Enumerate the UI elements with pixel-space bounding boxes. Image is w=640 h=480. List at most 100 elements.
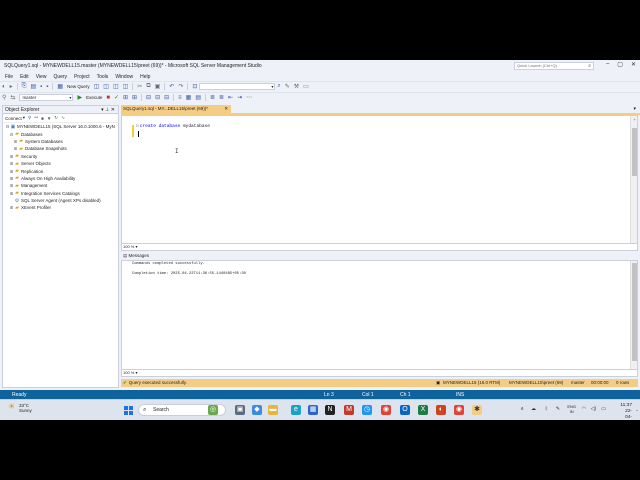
outlook-icon[interactable]: O (400, 405, 410, 415)
increase-indent-icon[interactable]: ⇥ (237, 94, 242, 101)
ssms-taskbar-icon[interactable]: ✱ (472, 405, 482, 415)
comment-icon[interactable]: ≣ (210, 94, 215, 101)
pin-icon[interactable]: ▾ ⊥ ✕ (101, 106, 115, 114)
stop-icon[interactable]: ■ (41, 116, 44, 121)
chevron-down-icon[interactable]: ▾ (23, 115, 25, 121)
available-databases-dropdown[interactable]: master ▾ (19, 94, 74, 101)
file-explorer-icon[interactable]: ▬ (268, 405, 278, 415)
tree-item[interactable]: ⊞ ▰ Management (3, 182, 118, 189)
scroll-thumb[interactable] (632, 263, 637, 361)
close-tab-icon[interactable]: ✕ (224, 105, 228, 113)
execute-icon[interactable]: ▶ (77, 94, 82, 101)
bluetooth-icon[interactable]: ᛒ (545, 406, 548, 412)
save-all-icon[interactable]: ▪ (46, 84, 48, 90)
store-icon[interactable]: ▦ (308, 405, 318, 415)
menu-tools[interactable]: Tools (97, 74, 109, 80)
display-plan-icon[interactable]: ⊞ (123, 94, 128, 101)
start-button[interactable] (124, 406, 133, 415)
solution-configuration-dropdown[interactable]: ▾ (199, 83, 276, 90)
quick-launch-input[interactable]: Quick Launch (Ctrl+Q) ⌕ (514, 62, 594, 70)
task-view-icon[interactable]: ▣ (235, 405, 245, 415)
query-editor[interactable]: ⊟create database mydatabase I + (121, 115, 638, 244)
connect-button[interactable]: Connect (5, 116, 22, 121)
menu-help[interactable]: Help (140, 74, 150, 80)
copilot-icon[interactable]: ◎ (208, 405, 218, 415)
paste-icon[interactable]: ▣ (155, 83, 161, 90)
volume-icon[interactable]: ◁) (590, 406, 596, 412)
open-file-icon[interactable]: ▤ (30, 83, 36, 90)
menu-project[interactable]: Project (74, 74, 90, 80)
editor-zoom-dropdown[interactable]: 100 % ▾ (123, 244, 147, 250)
toolbox-icon[interactable]: ⚒ (294, 83, 299, 90)
undo-icon[interactable]: ↶ (169, 83, 174, 90)
uncomment-icon[interactable]: ≣ (219, 94, 224, 101)
editor-vertical-scrollbar[interactable]: + (630, 116, 637, 243)
specify-values-icon[interactable]: ⋯ (246, 94, 252, 101)
include-plan-icon[interactable]: ⊟ (146, 94, 151, 101)
tree-item[interactable]: ⊞ ▰ Database Snapshots (3, 145, 118, 152)
options-icon[interactable]: ▭ (303, 83, 309, 90)
results-to-file-icon[interactable]: ▤ (195, 94, 201, 101)
connect-object-explorer-icon[interactable]: ⚲ (28, 115, 31, 121)
copilot-app-icon[interactable]: ◆ (252, 405, 262, 415)
tree-item[interactable]: ⊟ ▰ Databases (3, 130, 118, 137)
edge-icon[interactable]: e (291, 405, 301, 415)
netflix-icon[interactable]: N (325, 405, 335, 415)
tree-item[interactable]: ⚙ SQL Server Agent (Agent XPs disabled) (3, 197, 118, 204)
find-icon[interactable]: ⌕ (277, 83, 280, 90)
live-statistics-icon[interactable]: ⊟ (155, 94, 160, 101)
chrome-icon[interactable]: ◉ (381, 405, 391, 415)
excel-icon[interactable]: X (418, 405, 428, 415)
redo-icon[interactable]: ↷ (178, 83, 183, 90)
wifi-icon[interactable]: ◠ (582, 406, 586, 412)
filter-icon[interactable]: ▼ (47, 116, 51, 121)
tree-item[interactable]: ⊞ ▰ Server Objects (3, 160, 118, 167)
tree-item[interactable]: ⊞ ▰ Integration Services Catalogs (3, 190, 118, 197)
tree-item[interactable]: ⊞ ▰ XEvent Profiler (3, 204, 118, 211)
xmla-query-icon[interactable]: ◫ (123, 83, 129, 90)
copy-icon[interactable]: ⧉ (146, 83, 150, 90)
menu-edit[interactable]: Edit (20, 74, 29, 80)
mysql-icon[interactable]: ◐ (436, 405, 446, 415)
back-icon[interactable]: ◐ (2, 84, 6, 90)
messages-zoom-dropdown[interactable]: 100 % ▾ (123, 370, 147, 376)
dmx-query-icon[interactable]: ◫ (113, 83, 119, 90)
tree-item[interactable]: ⊞ ▰ System Databases (3, 138, 118, 145)
tab-sqlquery1[interactable]: SQLQuery1.sql - MY...DELL15\preet (69))*… (121, 105, 231, 113)
scroll-thumb[interactable] (632, 128, 637, 176)
refresh-icon[interactable]: ↻ (54, 115, 58, 121)
battery-icon[interactable]: ▭ (601, 406, 606, 412)
tree-item[interactable]: ⊞ ▰ Security (3, 153, 118, 160)
database-query-icon[interactable]: ◫ (94, 83, 100, 90)
messages-pane[interactable]: Commands completed successfully. Complet… (121, 260, 638, 370)
menu-query[interactable]: Query (53, 74, 67, 80)
tree-item[interactable]: ⊟ ▣ MYNEWDELL15 (SQL Server 16.0.1000.6 - … (3, 123, 118, 130)
teams-icon[interactable]: ◷ (362, 405, 372, 415)
tree-item[interactable]: ⊞ ▰ Replication (3, 167, 118, 174)
mdx-query-icon[interactable]: ◫ (103, 83, 109, 90)
save-icon[interactable]: ▪ (40, 84, 42, 90)
activity-monitor-icon[interactable]: ∿ (61, 115, 65, 121)
close-button[interactable]: ✕ (631, 61, 636, 68)
messages-vertical-scrollbar[interactable] (630, 261, 637, 369)
cut-icon[interactable]: ✂ (137, 83, 142, 90)
results-to-text-icon[interactable]: ≡ (178, 95, 182, 101)
split-icon[interactable]: + (632, 117, 637, 123)
pen-icon[interactable]: ✎ (556, 406, 560, 412)
chevron-up-icon[interactable]: ∧ (520, 406, 524, 412)
clock[interactable]: 11:37 22-04-2025 (620, 403, 632, 420)
connect-icon[interactable]: ⚲ (2, 94, 6, 101)
new-query-button[interactable]: New Query (67, 84, 90, 89)
language-indicator[interactable]: ENG IN (567, 404, 576, 414)
properties-icon[interactable]: ✎ (285, 83, 290, 90)
query-designer-icon[interactable]: ⊞ (132, 94, 137, 101)
minimize-button[interactable]: – (606, 61, 609, 68)
notification-icon[interactable]: ◔ (636, 408, 638, 413)
onedrive-icon[interactable]: ☁ (531, 406, 536, 412)
weather-widget[interactable]: ☀ 33°C Sunny (8, 403, 32, 414)
collapse-icon[interactable]: ⊟ (136, 124, 139, 129)
forward-icon[interactable]: ▸ (10, 83, 13, 90)
decrease-indent-icon[interactable]: ⇤ (228, 94, 233, 101)
chrome-profile-icon[interactable]: ◉ (454, 405, 464, 415)
change-connection-icon[interactable]: ⇆ (10, 94, 15, 101)
